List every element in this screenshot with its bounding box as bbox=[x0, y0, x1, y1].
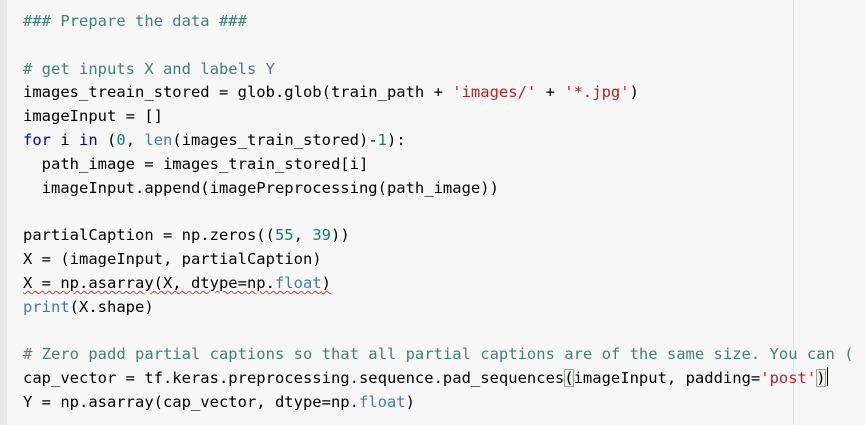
code-token: '*.jpg' bbox=[564, 83, 630, 102]
code-token: path_image = images_train_stored[i] bbox=[23, 154, 369, 173]
code-token: (X.shape) bbox=[69, 297, 154, 316]
lint-warning-token: float bbox=[274, 273, 322, 292]
code-token: + bbox=[536, 83, 565, 102]
code-token: , bbox=[293, 226, 313, 245]
code-token: (images_train_stored)- bbox=[172, 130, 378, 149]
code-token: imageInput = [] bbox=[23, 107, 163, 126]
code-token: ### Prepare the data ### bbox=[23, 12, 247, 30]
lint-warning-token: ) bbox=[321, 273, 331, 292]
code-line[interactable]: path_image = images_train_stored[i] bbox=[23, 153, 854, 177]
code-line[interactable]: imageInput.append(imagePreprocessing(pat… bbox=[23, 177, 854, 201]
code-line[interactable] bbox=[23, 34, 854, 58]
code-token: ) bbox=[405, 392, 415, 411]
code-token: images_treain_stored = glob.glob(train_p… bbox=[23, 83, 453, 102]
code-cell[interactable]: ### Prepare the data ### # get inputs X a… bbox=[0, 0, 865, 425]
code-line[interactable] bbox=[23, 319, 854, 343]
matched-bracket: ( bbox=[564, 368, 574, 387]
code-line[interactable]: X = (imageInput, partialCaption) bbox=[23, 248, 854, 272]
code-token: in bbox=[79, 130, 98, 149]
matched-bracket: ) bbox=[816, 368, 826, 387]
code-token: ( bbox=[97, 130, 117, 149]
code-token: float bbox=[358, 392, 406, 411]
code-token: 39 bbox=[312, 226, 331, 245]
code-token: 'images/' bbox=[452, 83, 537, 102]
code-token: )) bbox=[330, 226, 350, 245]
code-editor[interactable]: ### Prepare the data ### # get inputs X a… bbox=[23, 10, 854, 415]
code-token: for bbox=[23, 130, 51, 149]
code-token: i bbox=[51, 130, 79, 149]
code-line[interactable]: # get inputs X and labels Y bbox=[23, 58, 854, 82]
code-token: ) bbox=[629, 83, 639, 102]
code-line[interactable]: partialCaption = np.zeros((55, 39)) bbox=[23, 224, 854, 248]
code-token: # Zero padd partial captions so that all… bbox=[23, 345, 854, 364]
code-token: len bbox=[144, 130, 173, 149]
code-line[interactable]: cap_vector = tf.keras.preprocessing.sequ… bbox=[23, 366, 854, 391]
code-token: partialCaption = np.zeros(( bbox=[23, 226, 275, 245]
code-token: 0 bbox=[116, 130, 126, 149]
code-line[interactable]: imageInput = [] bbox=[23, 105, 854, 129]
code-line[interactable]: X = np.asarray(X, dtype=np.float) bbox=[23, 272, 854, 296]
code-token: 55 bbox=[274, 226, 294, 245]
code-token: imageInput, padding= bbox=[573, 368, 761, 387]
code-token: 'post' bbox=[760, 368, 817, 387]
code-token: print bbox=[23, 297, 70, 316]
code-token: , bbox=[125, 130, 145, 149]
code-token: cap_vector = tf.keras.preprocessing.sequ… bbox=[23, 368, 565, 387]
code-token: 1 bbox=[377, 130, 388, 149]
code-line[interactable]: # Zero padd partial captions so that all… bbox=[23, 343, 854, 367]
code-token: X = (imageInput, partialCaption) bbox=[23, 249, 322, 268]
code-line[interactable] bbox=[23, 200, 854, 224]
code-token: ): bbox=[387, 130, 406, 149]
code-token: imageInput.append(imagePreprocessing(pat… bbox=[23, 178, 499, 197]
code-line[interactable]: for i in (0, len(images_train_stored)-1)… bbox=[23, 129, 854, 153]
code-line[interactable]: images_treain_stored = glob.glob(train_p… bbox=[23, 81, 854, 105]
lint-warning-token: X = np.asarray(X, dtype=np. bbox=[23, 273, 275, 292]
code-line[interactable]: Y = np.asarray(cap_vector, dtype=np.floa… bbox=[23, 391, 854, 415]
code-line[interactable]: ### Prepare the data ### bbox=[23, 10, 854, 34]
text-cursor bbox=[826, 366, 828, 386]
code-token: # get inputs X and labels Y bbox=[23, 59, 275, 78]
code-token: Y = np.asarray(cap_vector, dtype=np. bbox=[23, 392, 359, 411]
code-line[interactable]: print(X.shape) bbox=[23, 296, 854, 320]
